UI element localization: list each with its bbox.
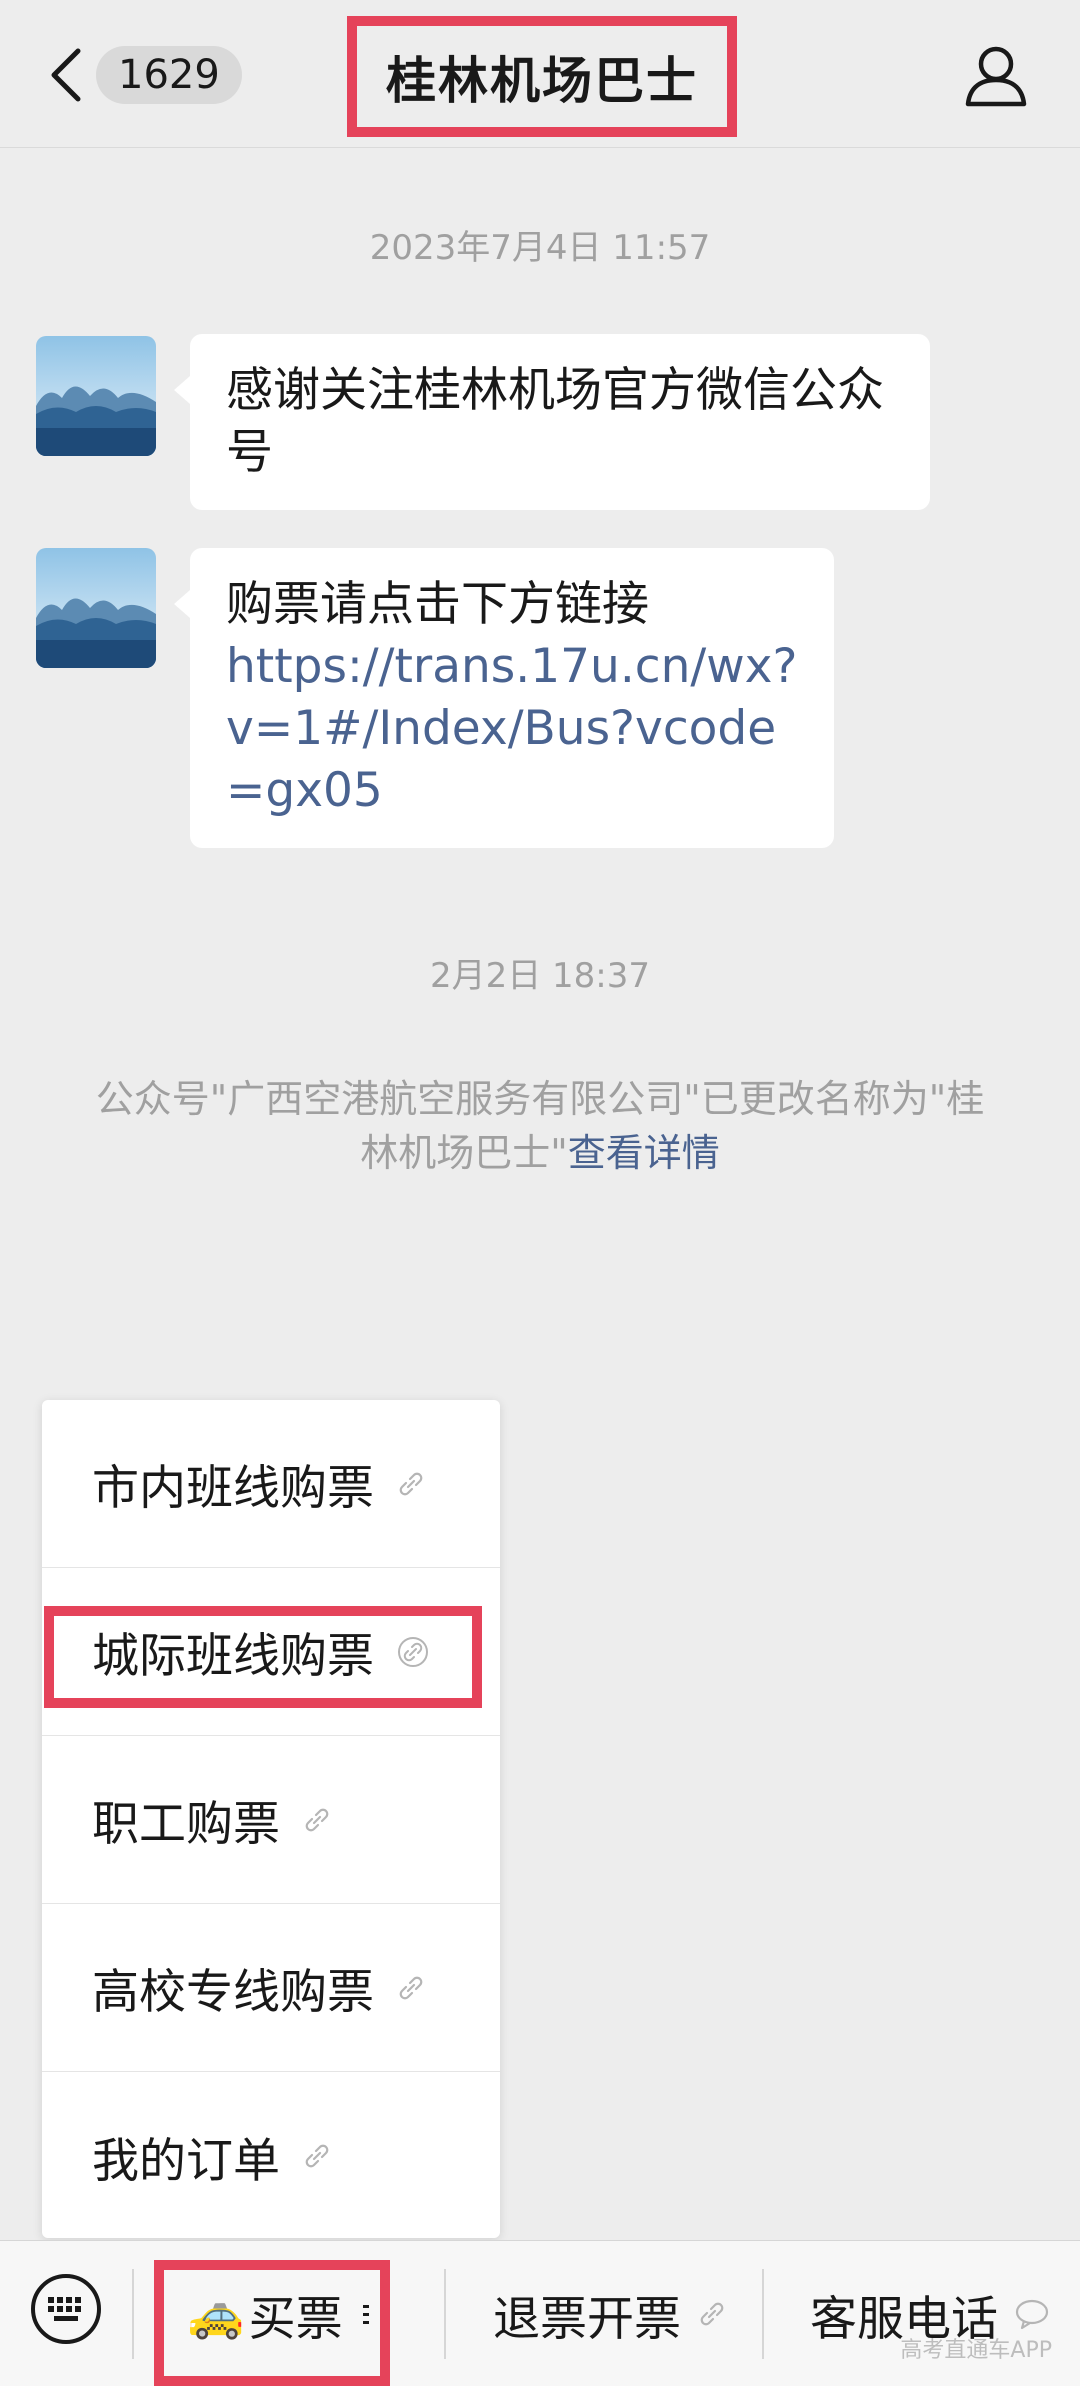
link-icon	[697, 2299, 727, 2329]
back-button[interactable]	[40, 40, 90, 110]
buy-ticket-menu[interactable]: 🚕 买票	[164, 2241, 394, 2386]
system-notice-text: 公众号"广西空港航空服务有限公司"已更改名称为"桂林机场巴士"	[95, 1077, 985, 1175]
divider	[762, 2269, 764, 2359]
avatar[interactable]	[36, 548, 156, 668]
message-text: 感谢关注桂林机场官方微信公众号	[226, 363, 884, 480]
unread-count-badge[interactable]: 1629	[96, 46, 242, 104]
buy-ticket-popup-menu: 市内班线购票 城际班线购票 职工购票 高校专线购票 我的订单	[42, 1400, 500, 2238]
taxi-icon: 🚕	[187, 2286, 245, 2341]
menu-item-label: 高校专线购票	[92, 1965, 374, 2020]
top-navigation-bar: 1629 桂林机场巴士	[0, 0, 1080, 148]
landscape-avatar-icon	[36, 336, 156, 456]
divider	[132, 2269, 134, 2359]
menu-item-staff[interactable]: 职工购票	[42, 1736, 500, 1904]
user-icon	[965, 46, 1027, 107]
avatar[interactable]	[36, 336, 156, 456]
link-icon	[396, 1469, 426, 1499]
refund-invoice-menu[interactable]: 退票开票	[460, 2241, 760, 2386]
menu-item-label: 市内班线购票	[92, 1461, 374, 1516]
menu-item-label: 职工购票	[92, 1797, 280, 1852]
profile-button[interactable]	[960, 40, 1032, 112]
view-details-link[interactable]: 查看详情	[568, 1131, 720, 1175]
menu-item-label: 我的订单	[92, 2133, 280, 2189]
link-icon	[302, 1805, 332, 1835]
menu-item-intercity-line[interactable]: 城际班线购票	[42, 1568, 500, 1736]
menu-item-label: 城际班线购票	[92, 1629, 374, 1684]
landscape-avatar-icon	[36, 548, 156, 668]
keyboard-icon	[31, 2274, 101, 2344]
keyboard-toggle-button[interactable]	[28, 2271, 104, 2347]
chat-bubble-icon	[1014, 2298, 1050, 2330]
title-highlight-box: 桂林机场巴士	[347, 16, 737, 137]
link-circle-icon	[396, 1635, 430, 1669]
divider	[444, 2269, 446, 2359]
menu-lines-icon	[361, 2299, 371, 2329]
link-icon	[302, 2141, 332, 2171]
timestamp: 2月2日 18:37	[429, 956, 651, 996]
menu-item-city-line[interactable]: 市内班线购票	[42, 1400, 500, 1568]
menu-item-campus-line[interactable]: 高校专线购票	[42, 1904, 500, 2072]
ticket-link[interactable]: https://trans.17u.cn/wx?v=1#/Index/Bus?v…	[226, 636, 798, 822]
menu-item-my-orders[interactable]: 我的订单	[42, 2072, 500, 2240]
timestamp: 2023年7月4日 11:57	[369, 228, 711, 268]
refund-invoice-label: 退票开票	[493, 2291, 681, 2347]
message-bubble[interactable]: 购票请点击下方链接 https://trans.17u.cn/wx?v=1#/I…	[174, 548, 834, 848]
buy-ticket-label: 买票	[248, 2291, 343, 2347]
page-title: 桂林机场巴士	[386, 51, 698, 110]
customer-service-menu[interactable]: 客服电话	[780, 2241, 1080, 2386]
watermark: 高考直通车APP	[900, 2338, 1052, 2363]
link-icon	[396, 1973, 426, 2003]
chat-screen: 1629 桂林机场巴士 2023年7月4日 11:57 感谢关注桂林机场官方微信…	[0, 0, 1080, 2386]
message-bubble[interactable]: 感谢关注桂林机场官方微信公众号	[174, 334, 930, 510]
chevron-left-icon	[51, 48, 81, 102]
bottom-menu-bar: 🚕 买票 退票开票 客服电话	[0, 2240, 1080, 2386]
system-notice: 公众号"广西空港航空服务有限公司"已更改名称为"桂林机场巴士"查看详情	[90, 1072, 990, 1180]
message-text: 购票请点击下方链接	[226, 577, 649, 632]
